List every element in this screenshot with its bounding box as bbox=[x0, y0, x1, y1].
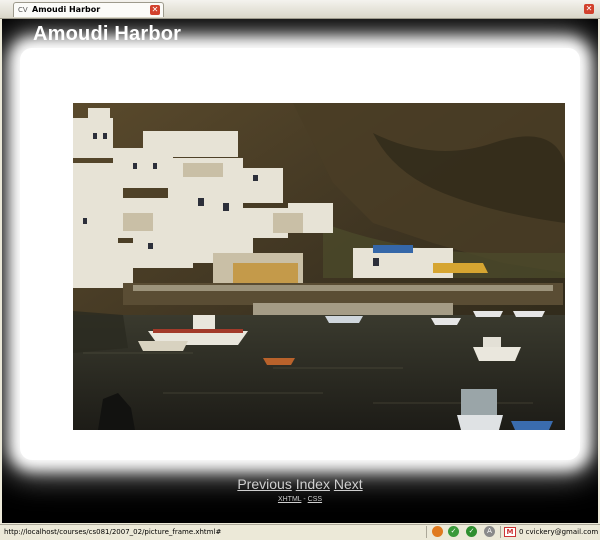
status-bar: http://localhost/courses/cs081/2007_02/p… bbox=[0, 524, 600, 540]
next-link[interactable]: Next bbox=[334, 476, 363, 492]
page-title: Amoudi Harbor bbox=[33, 23, 182, 45]
tab-title: Amoudi Harbor bbox=[32, 5, 101, 14]
gmail-notifier-text[interactable]: 0 cvickery@gmail.com bbox=[519, 527, 598, 538]
favicon-icon: CV bbox=[18, 6, 28, 14]
css-validator-link[interactable]: CSS bbox=[308, 496, 322, 503]
validator-separator: - bbox=[303, 496, 306, 503]
harbor-photo bbox=[73, 103, 565, 430]
xhtml-validator-link[interactable]: XHTML bbox=[278, 496, 301, 503]
photo-navigation: Previous Index Next bbox=[2, 475, 598, 493]
index-link[interactable]: Index bbox=[296, 476, 330, 492]
harbor-photo-image bbox=[73, 103, 565, 430]
tab-close-icon[interactable]: ✕ bbox=[150, 5, 160, 15]
tab-strip: CV Amoudi Harbor ✕ ✕ bbox=[0, 0, 600, 19]
firefox-icon[interactable] bbox=[432, 526, 443, 537]
gmail-icon[interactable]: M bbox=[504, 527, 516, 537]
status-divider bbox=[426, 526, 427, 538]
page-viewport: Amoudi Harbor Previous Index Next XHTML … bbox=[2, 19, 598, 523]
previous-link[interactable]: Previous bbox=[237, 476, 291, 492]
check-icon[interactable]: ✓ bbox=[466, 526, 477, 537]
browser-tab[interactable]: CV Amoudi Harbor ✕ bbox=[13, 2, 164, 17]
validator-links: XHTML - CSS bbox=[2, 495, 598, 505]
picture-frame bbox=[20, 48, 580, 460]
validator-ok-icon[interactable]: ✓ bbox=[448, 526, 459, 537]
status-divider bbox=[500, 526, 501, 538]
adblock-icon[interactable]: A bbox=[484, 526, 495, 537]
status-url: http://localhost/courses/cs081/2007_02/p… bbox=[4, 528, 222, 536]
close-window-icon[interactable]: ✕ bbox=[584, 4, 594, 14]
